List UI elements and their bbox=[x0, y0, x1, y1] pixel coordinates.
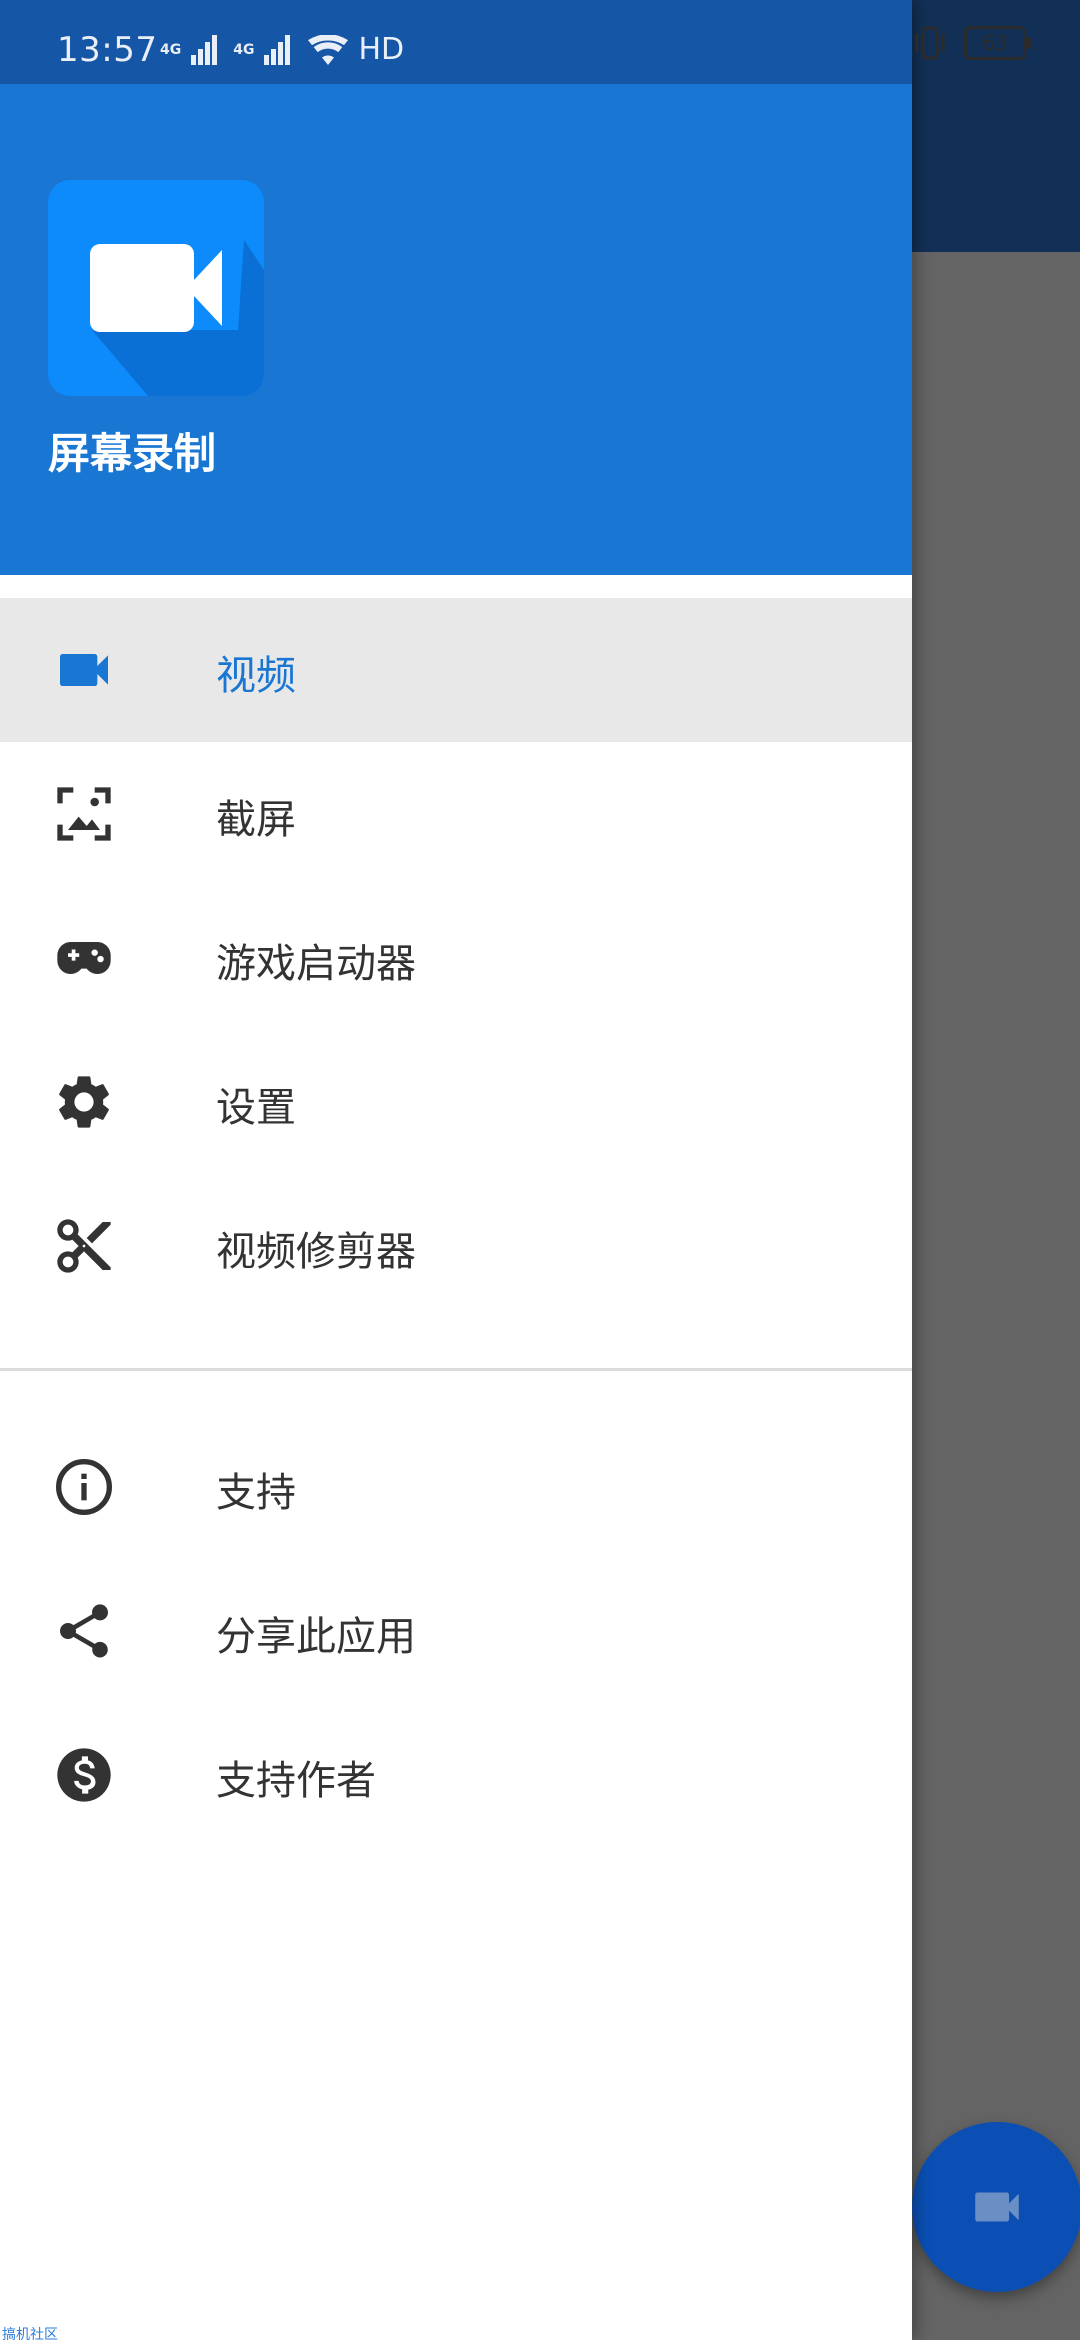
videocam-icon bbox=[52, 638, 116, 702]
menu-label: 支持作者 bbox=[216, 1758, 376, 1804]
menu-item-share-app[interactable]: 分享此应用 bbox=[0, 1559, 912, 1703]
status-icons: 4G 4G HD bbox=[160, 32, 404, 67]
screenshot-image-icon bbox=[52, 782, 116, 846]
watermark: 搞机社区 bbox=[2, 2327, 58, 2340]
network-label-2: 4G bbox=[233, 41, 255, 58]
menu-label: 视频修剪器 bbox=[216, 1229, 416, 1275]
signal-icon-2 bbox=[264, 34, 291, 65]
menu-item-screenshot[interactable]: 截屏 bbox=[0, 742, 912, 886]
menu-item-game-launcher[interactable]: 游戏启动器 bbox=[0, 886, 912, 1030]
menu-label: 视频 bbox=[216, 653, 296, 699]
menu-label: 截屏 bbox=[216, 797, 296, 843]
vibrate-icon bbox=[915, 26, 945, 60]
menu-item-video[interactable]: 视频 bbox=[0, 598, 912, 742]
wifi-icon bbox=[308, 34, 349, 65]
menu-label: 设置 bbox=[216, 1085, 296, 1131]
status-bar: 13:57 4G 4G HD 63 bbox=[0, 0, 1080, 84]
dollar-icon bbox=[52, 1743, 116, 1807]
gamepad-icon bbox=[52, 926, 116, 990]
menu-label: 游戏启动器 bbox=[216, 941, 416, 987]
app-name: 屏幕录制 bbox=[48, 429, 217, 478]
status-time: 13:57 bbox=[57, 30, 158, 70]
status-right-icons: 63 bbox=[912, 26, 1031, 60]
drawer-menu: 视频 截屏 游戏启动器 设置 视频修剪器 支持 分享此应用 支持作者 bbox=[0, 598, 912, 1847]
battery-indicator: 63 bbox=[964, 26, 1031, 60]
scissors-icon bbox=[52, 1214, 116, 1278]
record-fab[interactable] bbox=[912, 2122, 1080, 2292]
info-icon bbox=[52, 1455, 116, 1519]
share-icon bbox=[52, 1599, 116, 1663]
hd-label: HD bbox=[358, 32, 405, 67]
network-label-1: 4G bbox=[160, 41, 182, 58]
signal-icon bbox=[191, 34, 218, 65]
menu-item-video-trimmer[interactable]: 视频修剪器 bbox=[0, 1174, 912, 1318]
drawer-header: 屏幕录制 bbox=[0, 0, 912, 575]
app-logo bbox=[48, 180, 264, 396]
menu-item-settings[interactable]: 设置 bbox=[0, 1030, 912, 1174]
settings-gear-icon bbox=[52, 1070, 116, 1134]
menu-label: 分享此应用 bbox=[216, 1614, 416, 1660]
menu-label: 支持 bbox=[216, 1470, 296, 1516]
battery-level: 63 bbox=[982, 31, 1008, 55]
menu-divider bbox=[0, 1368, 912, 1371]
navigation-drawer: 屏幕录制 视频 截屏 游戏启动器 设置 视频修剪器 支持 分享此应用 支持作者 bbox=[0, 0, 912, 2340]
app-logo-icon bbox=[90, 240, 264, 396]
videocam-icon bbox=[975, 2192, 1019, 2222]
menu-item-support-author[interactable]: 支持作者 bbox=[0, 1703, 912, 1847]
menu-item-support[interactable]: 支持 bbox=[0, 1415, 912, 1559]
